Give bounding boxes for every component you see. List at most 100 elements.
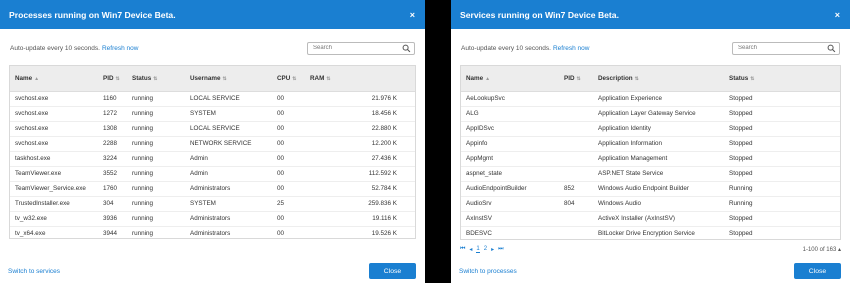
table-cell: running [127,151,185,167]
table-row[interactable]: TrustedInstaller.exe 304 running SYSTEM 25 25… [10,196,415,212]
sort-icon: ▲ [485,75,491,82]
switch-to-processes-link[interactable]: Switch to processes [459,268,517,275]
page-range: 1-100 of 163 [802,246,837,253]
next-page-icon[interactable]: ▸ [491,246,494,253]
column-header-ram[interactable]: RAM ⇅ [305,66,415,92]
dialog-title: Services running on Win7 Device Beta. [460,9,619,20]
table-cell: 19.526 K [305,226,415,238]
table-row[interactable]: svchost.exe 1272 running SYSTEM 00 18.456 K [10,106,415,122]
column-header-username[interactable]: Username ⇅ [185,66,272,92]
pagination: ⏮ ◂ 1 2 ▸ ⏭ 1-100 of 163 ▴ [460,244,841,254]
close-button[interactable]: Close [369,263,416,279]
table-row[interactable]: svchost.exe 1308 running LOCAL SERVICE 00 22.… [10,121,415,137]
table-cell: SYSTEM [185,196,272,212]
table-cell [559,121,593,137]
column-header-pid[interactable]: PID ⇅ [98,66,127,92]
toolbar: Auto-update every 10 seconds. Refresh now [10,41,415,55]
table-cell: 1308 [98,121,127,137]
column-header-name[interactable]: Name ▲ [10,66,98,92]
close-icon[interactable]: × [835,10,840,20]
table-cell: 21.976 K [305,91,415,107]
table-cell: Stopped [724,91,840,107]
table-cell: Stopped [724,121,840,137]
table-cell: ALG [461,106,559,122]
prev-page-icon[interactable]: ◂ [469,246,472,253]
table-row[interactable]: TeamViewer.exe 3552 running Admin 00 112.592 … [10,166,415,182]
table-cell [559,91,593,107]
table-row[interactable]: ALG Application Layer Gateway Service Stop… [461,106,840,122]
table-cell: 00 [272,121,305,137]
table-row[interactable]: AudioSrv 804 Windows Audio Running [461,196,840,212]
table-cell: 112.592 K [305,166,415,182]
table-cell: 804 [559,196,593,212]
table-row[interactable]: BDESVC BitLocker Drive Encryption Service… [461,226,840,239]
table-cell: running [127,136,185,152]
table-cell: Stopped [724,151,840,167]
table-cell: tv_w32.exe [10,211,98,227]
table-cell: Stopped [724,136,840,152]
table-row[interactable]: svchost.exe 2288 running NETWORK SERVICE 00 1… [10,136,415,152]
table-cell: Administrators [185,181,272,197]
table-cell: 3224 [98,151,127,167]
table-cell: TrustedInstaller.exe [10,196,98,212]
table-row[interactable]: svchost.exe 1160 running LOCAL SERVICE 00 21.… [10,91,415,107]
table-row[interactable]: taskhost.exe 3224 running Admin 00 27.436 K [10,151,415,167]
sort-icon: ⇅ [576,75,581,82]
refresh-now-link[interactable]: Refresh now [102,45,139,52]
close-button[interactable]: Close [794,263,841,279]
table-row[interactable]: aspnet_state ASP.NET State Service Stopped [461,166,840,182]
table-cell: Windows Audio [593,196,724,212]
sort-icon: ⇅ [326,75,331,82]
column-header-cpu[interactable]: CPU ⇅ [272,66,305,92]
table-row[interactable]: AppIDSvc Application Identity Stopped [461,121,840,137]
switch-to-services-link[interactable]: Switch to services [8,268,60,275]
auto-update-text: Auto-update every 10 seconds. [10,44,100,52]
dialog-title: Processes running on Win7 Device Beta. [9,9,176,20]
first-page-icon[interactable]: ⏮ [460,246,465,253]
refresh-now-link[interactable]: Refresh now [553,45,590,52]
sort-icon: ⇅ [292,75,297,82]
table-cell: running [127,226,185,238]
dialog-footer: Switch to services Close [8,263,416,279]
table-cell: Stopped [724,211,840,227]
page-1-link[interactable]: 1 [476,246,480,253]
auto-update-text: Auto-update every 10 seconds. [461,44,551,52]
column-header-status[interactable]: Status ⇅ [724,66,840,92]
table-row[interactable]: AxInstSV ActiveX Installer (AxInstSV) Stop… [461,211,840,227]
sort-icon: ⇅ [750,75,755,82]
search-input[interactable] [733,42,823,54]
table-cell: TeamViewer.exe [10,166,98,182]
column-header-status[interactable]: Status ⇅ [127,66,185,92]
table-cell: 259.836 K [305,196,415,212]
table-cell: 852 [559,181,593,197]
page-2-link[interactable]: 2 [484,246,487,252]
close-icon[interactable]: × [410,10,415,20]
column-header-pid[interactable]: PID ⇅ [559,66,593,92]
table-row[interactable]: AppMgmt Application Management Stopped [461,151,840,167]
table-cell: 3944 [98,226,127,238]
table-row[interactable]: AeLookupSvc Application Experience Stopped [461,91,840,107]
dialog-header: Services running on Win7 Device Beta. × [451,0,850,29]
table-row[interactable]: TeamViewer_Service.exe 1760 running Adminis… [10,181,415,197]
page-size-chevron-icon[interactable]: ▴ [838,247,841,253]
table-cell: Administrators [185,226,272,238]
table-cell: 1160 [98,91,127,107]
table-cell: Administrators [185,211,272,227]
table-row[interactable]: tv_x64.exe 3944 running Administrators 00 19.… [10,226,415,238]
table-row[interactable]: Appinfo Application Information Stopped [461,136,840,152]
search-icon[interactable] [827,44,836,53]
table-cell: LOCAL SERVICE [185,91,272,107]
search-icon[interactable] [402,44,411,53]
column-header-name[interactable]: Name ▲ [461,66,559,92]
last-page-icon[interactable]: ⏭ [498,246,503,253]
table-cell: taskhost.exe [10,151,98,167]
column-header-description[interactable]: Description ⇅ [593,66,724,92]
table-row[interactable]: tv_w32.exe 3936 running Administrators 00 19.… [10,211,415,227]
search-input[interactable] [308,42,398,54]
table-cell: running [127,211,185,227]
table-row[interactable]: AudioEndpointBuilder 852 Windows Audio End… [461,181,840,197]
table-cell: 00 [272,91,305,107]
table-cell: ActiveX Installer (AxInstSV) [593,211,724,227]
table-cell: TeamViewer_Service.exe [10,181,98,197]
table-cell: 3936 [98,211,127,227]
